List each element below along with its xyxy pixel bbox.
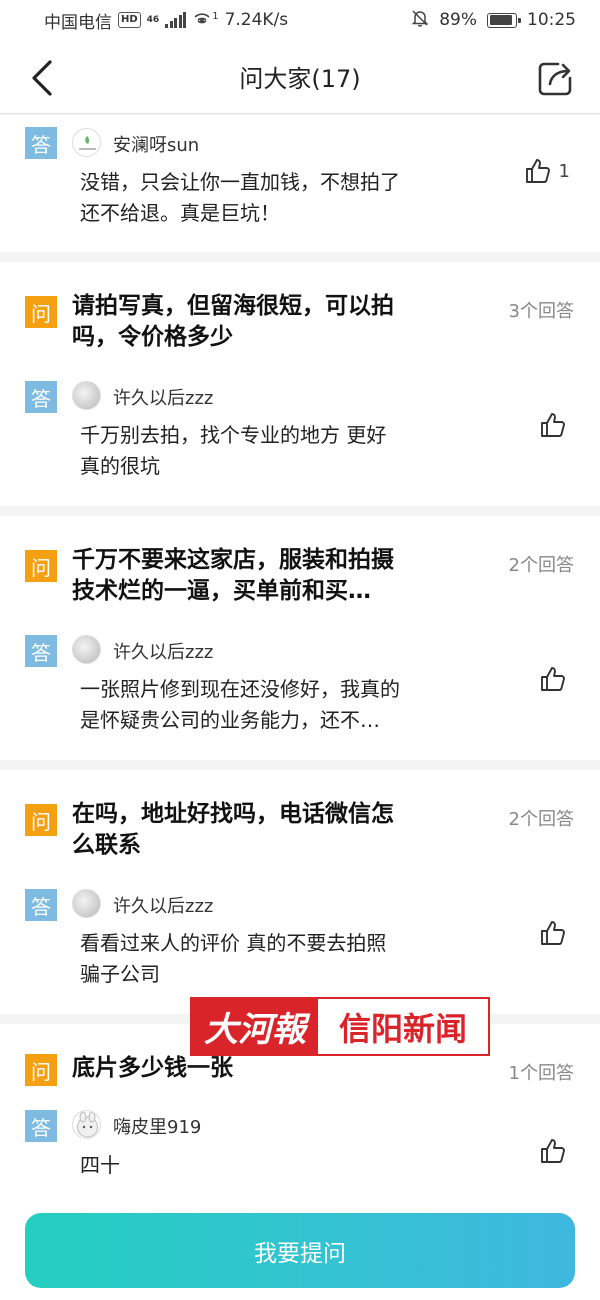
- username: 许久以后zzz: [113, 642, 214, 663]
- hotspot-count: 1: [212, 11, 219, 22]
- answer-tag: 答: [25, 635, 57, 667]
- answer-text: 没错，只会让你一直加钱，不想拍了 还不给退。真是巨坑！: [80, 170, 400, 225]
- thumbs-up-icon: [541, 413, 565, 437]
- bottom-bar: 我要提问: [0, 1200, 600, 1300]
- network-speed: 7.24K/s: [224, 10, 289, 30]
- signal-icon: [165, 12, 187, 28]
- battery-icon: [487, 12, 521, 28]
- ask-question-button[interactable]: 我要提问: [25, 1213, 575, 1288]
- clock: 10:25: [527, 10, 576, 30]
- carrier-name: 中国电信: [44, 12, 112, 33]
- question-tag: 问: [25, 1054, 57, 1086]
- answer-text: 千万别去拍，找个专业的地方 更好 真的很坑: [80, 423, 387, 478]
- question-title: 底片多少钱一张: [72, 1055, 233, 1081]
- news-watermark: 大河報 信阳新闻: [190, 997, 490, 1056]
- thumbs-up-icon: [541, 921, 565, 945]
- share-button[interactable]: [536, 58, 576, 98]
- username: 许久以后zzz: [113, 388, 214, 409]
- answer-text: 四十: [80, 1153, 120, 1177]
- hotspot-icon: 1: [192, 11, 219, 29]
- watermark-text: 信阳新闻: [338, 1009, 467, 1048]
- question-title: 在吗，地址好找吗，电话微信怎 么联系: [72, 801, 394, 858]
- back-button[interactable]: [28, 58, 60, 98]
- username: 安澜呀sun: [113, 135, 200, 156]
- answer-text: 看看过来人的评价 真的不要去拍照 骗子公司: [80, 931, 387, 986]
- watermark-logo: 大河報: [192, 999, 318, 1054]
- network-type: 46: [146, 14, 160, 25]
- question-title: 请拍写真，但留海很短，可以拍 吗，令价格多少: [72, 293, 394, 350]
- question-card[interactable]: 问 在吗，地址好找吗，电话微信怎 么联系 2个回答 答 许久以后zzz 看看过来…: [0, 770, 600, 1014]
- username: 许久以后zzz: [113, 896, 214, 917]
- page-title: 问大家(17): [239, 65, 361, 93]
- like-count: 1: [558, 160, 570, 182]
- question-tag: 问: [25, 296, 57, 328]
- like-button[interactable]: [540, 920, 566, 946]
- answer-tag: 答: [25, 381, 57, 413]
- question-card[interactable]: 问 请拍写真，但留海很短，可以拍 吗，令价格多少 3个回答 答 许久以后zzz …: [0, 262, 600, 506]
- answer-text: 一张照片修到现在还没修好，我真的 是怀疑贵公司的业务能力，还不…: [80, 677, 400, 732]
- page-header: 问大家(17): [0, 40, 600, 114]
- avatar: [72, 128, 101, 157]
- like-button[interactable]: [540, 1138, 566, 1164]
- question-tag: 问: [25, 804, 57, 836]
- answer-tag: 答: [25, 127, 57, 159]
- mute-bell-icon: [411, 9, 429, 32]
- avatar: [72, 635, 101, 664]
- answer-count: 2个回答: [508, 809, 574, 830]
- thumbs-up-icon: [541, 1139, 565, 1163]
- avatar: [72, 1110, 101, 1139]
- question-title: 千万不要来这家店，服装和拍摄 技术烂的一逼，买单前和买…: [72, 547, 394, 604]
- answer-count: 3个回答: [508, 301, 574, 322]
- answer-tag: 答: [25, 1110, 57, 1142]
- hd-badge: HD: [118, 12, 141, 28]
- question-tag: 问: [25, 550, 57, 582]
- username: 嗨皮里919: [113, 1117, 202, 1138]
- like-button[interactable]: [540, 666, 566, 692]
- thumbs-up-icon: [525, 159, 550, 183]
- thumbs-up-icon: [541, 667, 565, 691]
- answer-tag: 答: [25, 889, 57, 921]
- answer-card[interactable]: 答 安澜呀sun 没错，只会让你一直加钱，不想拍了 还不给退。真是巨坑！ 1: [0, 115, 600, 252]
- like-button[interactable]: [540, 412, 566, 438]
- avatar: [72, 889, 101, 918]
- avatar: [72, 381, 101, 410]
- answer-count: 2个回答: [508, 555, 574, 576]
- status-bar: 中国电信 HD 46 1 7.24K/s 89% 10:25: [0, 0, 600, 40]
- chevron-left-icon: [32, 60, 52, 96]
- answer-count: 1个回答: [508, 1063, 574, 1084]
- share-icon: [538, 62, 572, 96]
- battery-percent: 89%: [439, 10, 477, 30]
- question-card[interactable]: 问 千万不要来这家店，服装和拍摄 技术烂的一逼，买单前和买… 2个回答 答 许久…: [0, 516, 600, 760]
- like-button[interactable]: 1: [525, 158, 570, 184]
